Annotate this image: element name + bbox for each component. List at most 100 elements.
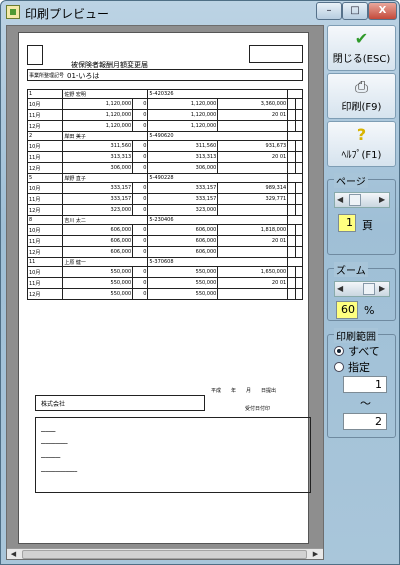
stamp-box	[249, 45, 303, 63]
zoom-out-icon[interactable]: ◀	[337, 284, 343, 293]
kind-cell: 0	[132, 140, 149, 152]
close-window-button[interactable]: X	[368, 2, 397, 20]
total-cell: 333,157	[147, 193, 219, 205]
sum-cell	[217, 204, 289, 216]
office-value: 01-いろは	[67, 72, 100, 80]
radio-all[interactable]: すべて	[334, 343, 380, 359]
horizontal-scrollbar[interactable]: ◀ ▶	[7, 548, 323, 559]
cash-cell: 550,000	[62, 288, 134, 300]
month-cell: 12月	[26, 162, 64, 174]
table-row: 11月 333,157 0 333,157 329,771	[26, 193, 304, 205]
kind-cell: 0	[132, 109, 149, 121]
month-cell: 10月	[26, 182, 64, 194]
month-cell: 12月	[26, 204, 64, 216]
sum-cell: 989,314	[217, 182, 289, 194]
row-name: 岸田 美子	[62, 131, 149, 141]
table-row: 11月 606,000 0 606,000 20 01	[26, 235, 304, 247]
table-row: 2 岸田 美子 5-490620	[26, 131, 303, 141]
row-date: 5-370608	[147, 257, 289, 267]
cash-cell: 306,000	[62, 162, 134, 174]
sum-cell: 329,771	[217, 193, 289, 205]
page-prev-icon[interactable]: ◀	[337, 195, 343, 204]
range-to-input[interactable]: 2	[343, 413, 387, 430]
table-row: 12月 606,000 0 606,000	[26, 246, 304, 258]
help-button[interactable]: ? ﾍﾙﾌﾟ(F1)	[327, 121, 396, 167]
zoom-group-title: ズーム	[334, 262, 368, 277]
month-cell: 11月	[26, 151, 64, 163]
zoom-value[interactable]: 60	[336, 301, 358, 319]
row-date: 5-490620	[147, 131, 289, 141]
month-cell: 10月	[26, 266, 64, 278]
scroll-thumb[interactable]	[22, 550, 307, 559]
sum-cell	[217, 246, 289, 258]
table-row: 10月 550,000 0 550,000 1,650,000	[26, 266, 304, 278]
table-row: 10月 1,120,000 0 1,120,000 3,360,000	[26, 98, 304, 110]
total-cell: 311,560	[147, 140, 219, 152]
sum-cell: 931,673	[217, 140, 289, 152]
table-row: 12月 306,000 0 306,000	[26, 162, 304, 174]
cash-cell: 313,313	[62, 151, 134, 163]
printer-icon: ⎙	[355, 77, 368, 96]
radio-specify[interactable]: 指定	[334, 359, 370, 375]
print-button[interactable]: ⎙ 印刷(F9)	[327, 73, 396, 119]
cash-cell: 550,000	[62, 277, 134, 289]
range-tilde: ～	[360, 397, 371, 410]
cash-cell: 606,000	[62, 235, 134, 247]
zoom-group: ズーム ◀ ▶ 60 %	[327, 262, 396, 321]
zoom-spinner-thumb[interactable]	[363, 283, 375, 295]
scroll-right-icon[interactable]: ▶	[310, 550, 321, 559]
row-date: 5-490228	[147, 173, 289, 183]
owner-info-box	[35, 417, 311, 493]
sum-cell: 20 01	[217, 151, 289, 163]
cash-cell: 1,120,000	[62, 98, 134, 110]
kind-cell: 0	[132, 204, 149, 216]
salary-table: 1 佐野 宏明 5-420326 10月 1,120,000 0 1,120,000 3,36…	[26, 89, 304, 300]
total-cell: 1,120,000	[147, 98, 219, 110]
cash-cell: 311,560	[62, 140, 134, 152]
zoom-in-icon[interactable]: ▶	[379, 284, 385, 293]
total-cell: 606,000	[147, 224, 219, 236]
sum-cell: 20 01	[217, 235, 289, 247]
radio-specify-indicator[interactable]	[334, 362, 344, 372]
table-row: 11月 1,120,000 0 1,120,000 20 01	[26, 109, 304, 121]
page-next-icon[interactable]: ▶	[379, 195, 385, 204]
page-unit: 頁	[362, 219, 373, 232]
maximize-button[interactable]: □	[342, 2, 368, 20]
total-cell: 550,000	[147, 266, 219, 278]
table-row: 12月 323,000 0 323,000	[26, 204, 304, 216]
sum-cell	[217, 120, 289, 132]
total-cell: 323,000	[147, 204, 219, 216]
window-title: 印刷プレビュー	[25, 7, 110, 21]
page-value[interactable]: 1	[338, 214, 356, 232]
total-cell: 550,000	[147, 277, 219, 289]
range-from-input[interactable]: 1	[343, 376, 387, 393]
row-name: 上原 健一	[62, 257, 149, 267]
kind-cell: 0	[132, 98, 149, 110]
title-bar: 印刷プレビュー – □ X	[1, 1, 399, 23]
table-row: 8 吉川 太二 5-230406	[26, 215, 303, 225]
kind-cell: 0	[132, 224, 149, 236]
form-document: 被保険者報酬月額変更届 事業所整理記号 01-いろは 1 佐野 宏明 5-42032…	[26, 45, 311, 493]
page-spinner[interactable]: ◀ ▶	[334, 192, 390, 208]
minimize-button[interactable]: –	[316, 2, 342, 20]
row-no: 5	[26, 173, 64, 183]
row-date: 5-420326	[147, 89, 289, 99]
radio-all-indicator[interactable]	[334, 346, 344, 356]
row-date: 5-230406	[147, 215, 289, 225]
kind-cell: 0	[132, 193, 149, 205]
app-icon	[6, 5, 20, 19]
help-icon: ?	[356, 125, 367, 144]
page-spinner-thumb[interactable]	[349, 194, 361, 206]
kind-cell: 0	[132, 235, 149, 247]
row-no: 2	[26, 131, 64, 141]
radio-all-label: すべて	[348, 345, 380, 358]
zoom-spinner[interactable]: ◀ ▶	[334, 281, 390, 297]
scroll-left-icon[interactable]: ◀	[8, 550, 19, 559]
preview-pane[interactable]: 被保険者報酬月額変更届 事業所整理記号 01-いろは 1 佐野 宏明 5-42032…	[6, 25, 324, 560]
close-button[interactable]: ✔ 閉じる(ESC)	[327, 25, 396, 71]
kind-cell: 0	[132, 277, 149, 289]
document-page: 被保険者報酬月額変更届 事業所整理記号 01-いろは 1 佐野 宏明 5-42032…	[18, 32, 311, 544]
month-cell: 11月	[26, 277, 64, 289]
cash-cell: 550,000	[62, 266, 134, 278]
kind-cell: 0	[132, 266, 149, 278]
